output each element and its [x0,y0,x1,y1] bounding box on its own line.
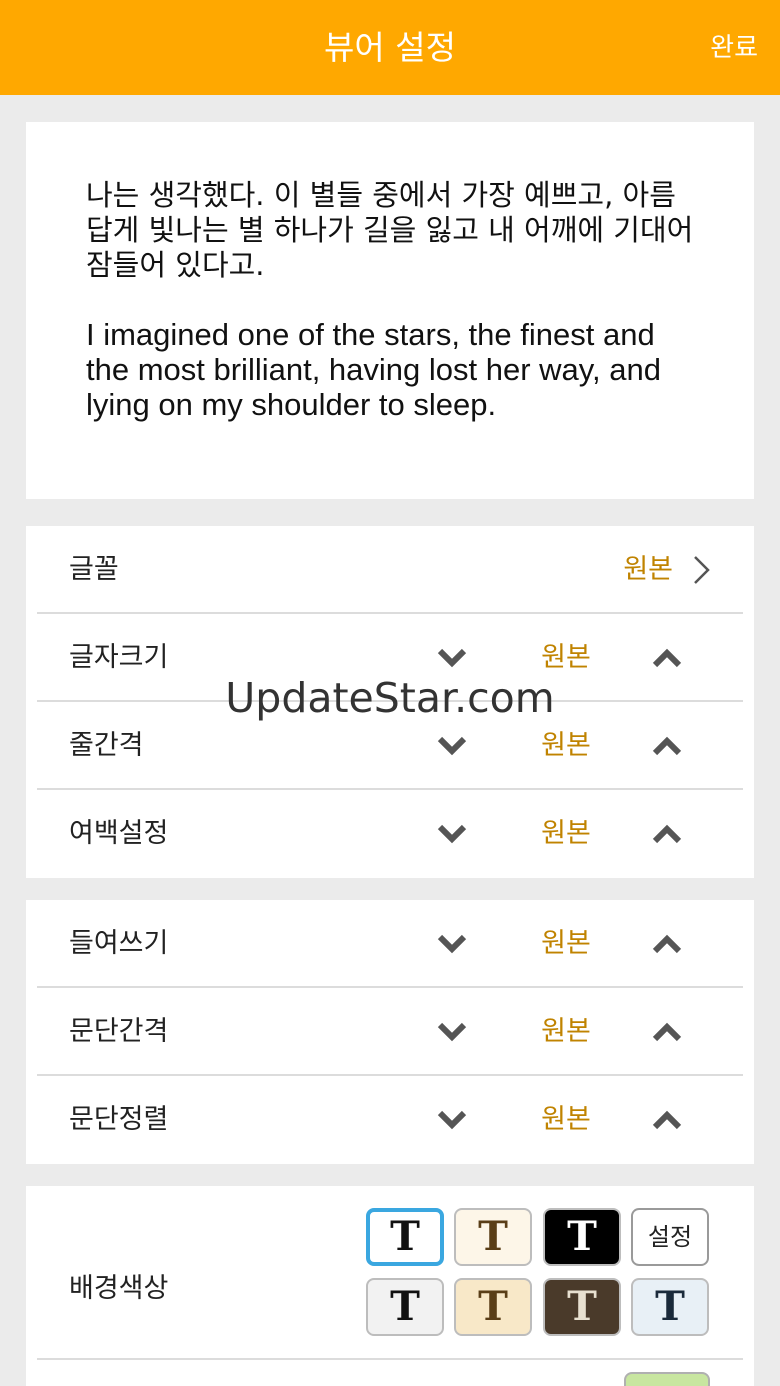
chevron-up-icon[interactable] [652,820,682,848]
paragraph-spacing-label: 문단간격 [69,1016,169,1047]
chevron-down-icon[interactable] [437,820,467,848]
chevron-up-icon[interactable] [652,1018,682,1046]
background-color-card: 배경색상 T T T 설정 T T T T [26,1186,754,1386]
font-size-value: 원본 [541,642,591,673]
font-size-row: 글자크기 원본 [37,614,743,702]
bg-swatch-beige[interactable]: T [454,1278,532,1336]
done-button[interactable]: 완료 [710,30,758,66]
chevron-right-icon [694,556,710,584]
bg-swatch-cream[interactable]: T [454,1208,532,1266]
margin-value: 원본 [541,818,591,849]
bg-swatch-gray[interactable]: T [366,1278,444,1336]
preview-card: 나는 생각했다. 이 별들 중에서 가장 예쁘고, 아름답게 빛나는 별 하나가… [26,122,754,499]
settings-group-typography: 글꼴 원본 글자크기 원본 줄간격 원본 여백설정 원본 [26,526,754,878]
bg-custom-button[interactable]: 설정 [631,1208,709,1266]
margin-row: 여백설정 원본 [37,790,743,878]
indent-value: 원본 [541,928,591,959]
preview-korean-text: 나는 생각했다. 이 별들 중에서 가장 예쁘고, 아름답게 빛나는 별 하나가… [86,178,694,282]
margin-label: 여백설정 [69,818,169,849]
chevron-up-icon[interactable] [652,930,682,958]
settings-group-paragraph: 들여쓰기 원본 문단간격 원본 문단정렬 원본 [26,900,754,1164]
paragraph-align-row: 문단정렬 원본 [37,1076,743,1164]
paragraph-spacing-value: 원본 [541,1016,591,1047]
font-size-label: 글자크기 [69,642,169,673]
preview-english-text: I imagined one of the stars, the finest … [86,317,661,422]
bg-swatch-white[interactable]: T [366,1208,444,1266]
line-spacing-row: 줄간격 원본 [37,702,743,790]
line-spacing-label: 줄간격 [69,730,144,761]
font-label: 글꼴 [69,554,119,585]
indent-label: 들여쓰기 [69,928,169,959]
font-row[interactable]: 글꼴 원본 [37,526,743,614]
chevron-down-icon[interactable] [437,644,467,672]
chevron-up-icon[interactable] [652,732,682,760]
page-title: 뷰어 설정 [324,28,456,67]
line-spacing-value: 원본 [541,730,591,761]
text-color-swatch[interactable] [624,1372,710,1386]
chevron-up-icon[interactable] [652,644,682,672]
bg-swatch-brown[interactable]: T [543,1278,621,1336]
chevron-down-icon[interactable] [437,930,467,958]
divider [37,1358,743,1360]
chevron-up-icon[interactable] [652,1106,682,1134]
indent-row: 들여쓰기 원본 [37,900,743,988]
background-color-label: 배경색상 [69,1273,169,1304]
chevron-down-icon[interactable] [437,1018,467,1046]
bg-swatch-blue[interactable]: T [631,1278,709,1336]
bg-swatch-black[interactable]: T [543,1208,621,1266]
font-value: 원본 [623,554,673,585]
paragraph-align-value: 원본 [541,1104,591,1135]
paragraph-align-label: 문단정렬 [69,1104,169,1135]
chevron-down-icon[interactable] [437,732,467,760]
chevron-down-icon[interactable] [437,1106,467,1134]
paragraph-spacing-row: 문단간격 원본 [37,988,743,1076]
top-bar: 뷰어 설정 완료 [0,0,780,95]
